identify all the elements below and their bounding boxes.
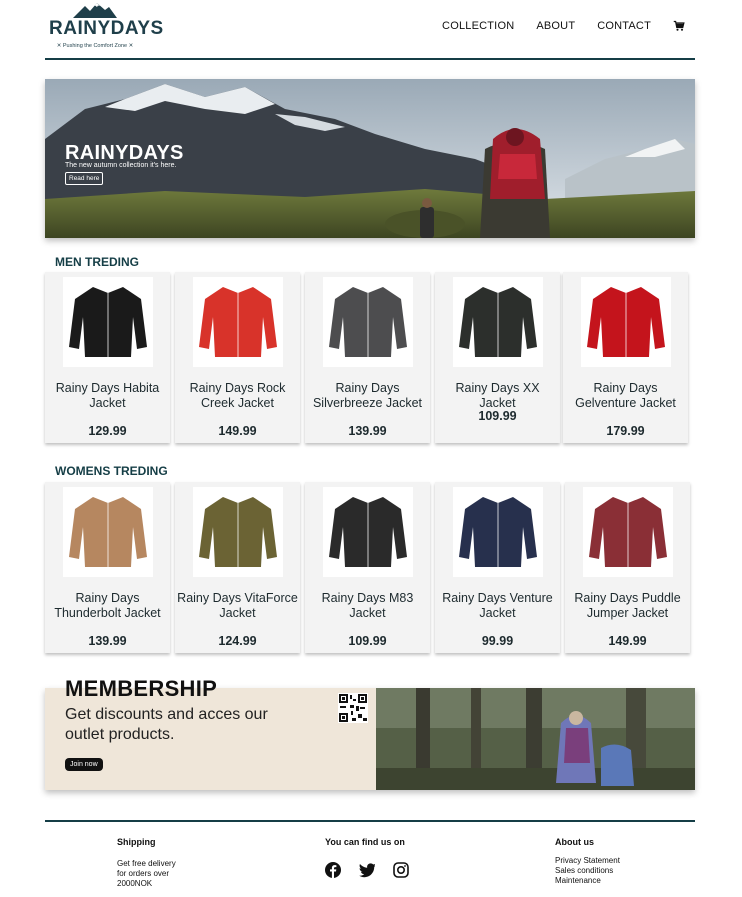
social-links [325,862,409,878]
shipping-line: for orders over [117,869,170,878]
product-name[interactable]: Rainy Days XX Jacket [437,381,558,411]
membership-title: MEMBERSHIP [65,676,218,701]
facebook-icon[interactable] [325,862,341,878]
product-image[interactable] [583,487,673,577]
membership-banner: Get discounts and acces our outlet produ… [45,688,695,790]
product-name[interactable]: Rainy Days Thunderbolt Jacket [47,591,168,621]
product-image[interactable] [323,487,413,577]
product-card[interactable]: Rainy Days Silverbreeze Jacket 139.99 [305,272,430,443]
membership-text: Get discounts and acces our outlet produ… [65,706,268,743]
product-name[interactable]: Rainy Days Puddle Jumper Jacket [567,591,688,621]
nav-contact[interactable]: CONTACT [597,20,651,32]
footer-link-maintenance[interactable]: Maintenance [555,876,665,886]
product-image[interactable] [453,277,543,367]
footer-shipping-title: Shipping [117,837,156,847]
women-section-title: WOMENS TREDING [55,464,168,478]
cart-icon[interactable] [673,20,685,32]
hero-subtitle: The new autumn collection it's here. [65,162,177,169]
product-image[interactable] [63,277,153,367]
mountain-logo-icon [73,3,117,18]
product-image[interactable] [63,487,153,577]
footer-link-privacy[interactable]: Privacy Statement [555,856,665,866]
women-product-grid: Rainy Days Thunderbolt Jacket 139.99 Rai… [45,482,695,653]
product-price: 139.99 [348,424,387,438]
product-price: 149.99 [218,424,257,438]
footer-shipping-text: Get free delivery for orders over 2000NO… [117,859,207,889]
product-image[interactable] [193,487,283,577]
product-card[interactable]: Rainy Days M83 Jacket 109.99 [305,482,430,653]
product-price: 139.99 [88,634,127,648]
product-card[interactable]: Rainy Days Puddle Jumper Jacket 149.99 [565,482,690,653]
product-price: 129.99 [88,424,127,438]
brand-name: RAINYDAYS [49,18,164,39]
twitter-icon[interactable] [359,862,375,878]
site-footer: Shipping Get free delivery for orders ov… [45,820,695,897]
brand-tagline: ✕ Pushing the Comfort Zone ✕ [56,43,134,49]
nav-collection[interactable]: COLLECTION [442,20,514,32]
read-here-button[interactable]: Read here [65,172,104,185]
product-name[interactable]: Rainy Days Gelventure Jacket [565,381,686,411]
product-price: 149.99 [608,634,647,648]
shipping-line: 2000NOK [117,879,153,888]
product-name[interactable]: Rainy Days Habita Jacket [47,381,168,411]
nav-about[interactable]: ABOUT [536,20,575,32]
membership-image [376,688,695,790]
product-card[interactable]: Rainy Days Venture Jacket 99.99 [435,482,560,653]
product-name[interactable]: Rainy Days Venture Jacket [437,591,558,621]
site-header: RAINYDAYS ✕ Pushing the Comfort Zone ✕ C… [45,0,695,60]
footer-about-title: About us [555,837,594,847]
product-name[interactable]: Rainy Days VitaForce Jacket [177,591,298,621]
logo[interactable]: RAINYDAYS ✕ Pushing the Comfort Zone ✕ [49,2,164,52]
product-price: 179.99 [606,424,645,438]
hero-banner: RAINYDAYS The new autumn collection it's… [45,79,695,238]
product-card[interactable]: Rainy Days Thunderbolt Jacket 139.99 [45,482,170,653]
footer-link-sales[interactable]: Sales conditions [555,866,665,876]
product-name[interactable]: Rainy Days Silverbreeze Jacket [307,381,428,411]
product-name[interactable]: Rainy Days Rock Creek Jacket [177,381,298,411]
footer-about-links: Privacy Statement Sales conditions Maint… [555,856,665,886]
product-card[interactable]: Rainy Days XX Jacket 109.99 [435,272,560,443]
main-nav: COLLECTION ABOUT CONTACT [442,20,685,32]
product-price: 109.99 [478,409,517,423]
product-name[interactable]: Rainy Days M83 Jacket [307,591,428,621]
product-image[interactable] [323,277,413,367]
product-price: 109.99 [348,634,387,648]
product-card[interactable]: Rainy Days Rock Creek Jacket 149.99 [175,272,300,443]
join-now-button[interactable]: Join now [65,758,103,771]
product-image[interactable] [193,277,283,367]
membership-panel: Get discounts and acces our outlet produ… [45,688,376,790]
footer-social-title: You can find us on [325,837,405,847]
product-card[interactable]: Rainy Days Gelventure Jacket 179.99 [563,272,688,443]
product-card[interactable]: Rainy Days VitaForce Jacket 124.99 [175,482,300,653]
instagram-icon[interactable] [393,862,409,878]
men-product-grid: Rainy Days Habita Jacket 129.99 Rainy Da… [45,272,695,443]
shipping-line: Get free delivery [117,859,176,868]
product-card[interactable]: Rainy Days Habita Jacket 129.99 [45,272,170,443]
product-image[interactable] [581,277,671,367]
product-price: 124.99 [218,634,257,648]
qr-code-icon[interactable] [338,693,368,723]
men-section-title: MEN TREDING [55,255,139,269]
product-price: 99.99 [481,634,514,648]
product-image[interactable] [453,487,543,577]
